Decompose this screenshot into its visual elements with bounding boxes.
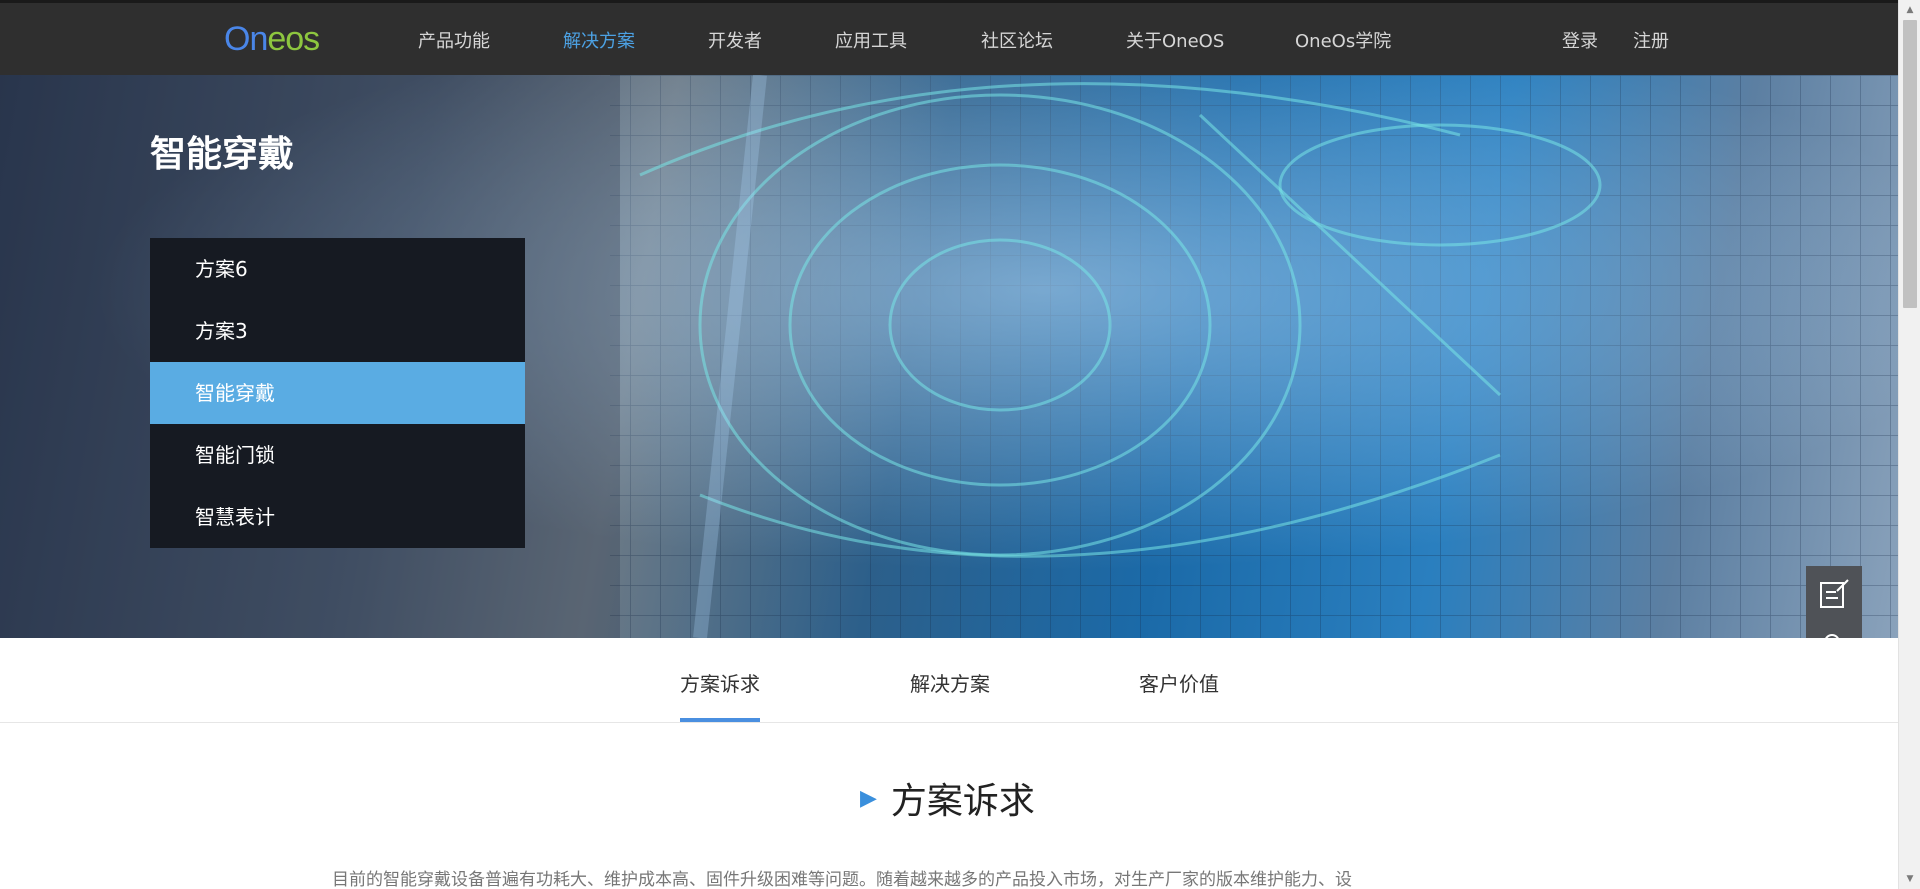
page-scrollbar[interactable]: ▲ ▼ (1898, 0, 1920, 889)
play-triangle-icon: ▶ (860, 785, 877, 811)
tab-customer-value[interactable]: 客户价值 (1139, 668, 1219, 697)
nav-item-community[interactable]: 社区论坛 (981, 27, 1053, 53)
section-title-text: 方案诉求 (890, 781, 1035, 822)
nav-item-academy[interactable]: OneOs学院 (1295, 27, 1391, 53)
hero-title: 智能穿戴 (150, 134, 295, 175)
solution-side-menu: 方案6 方案3 智能穿戴 智能门锁 智慧表计 (150, 238, 525, 548)
section-body-text: 目前的智能穿戴设备普遍有功耗大、维护成本高、固件升级困难等问题。随着越来越多的产… (332, 870, 1352, 889)
nav-item-app-tools[interactable]: 应用工具 (835, 27, 907, 53)
login-link[interactable]: 登录 (1562, 27, 1598, 53)
side-menu-item-smart-wearable[interactable]: 智能穿戴 (150, 362, 525, 424)
nav-item-products[interactable]: 产品功能 (418, 27, 490, 53)
active-tab-indicator (680, 718, 760, 722)
nav-item-developers[interactable]: 开发者 (708, 27, 762, 53)
tab-solution[interactable]: 解决方案 (910, 668, 990, 697)
edit-icon (1820, 578, 1849, 608)
feedback-button[interactable] (1806, 566, 1862, 621)
scrollbar-thumb[interactable] (1903, 20, 1917, 308)
tab-requirements[interactable]: 方案诉求 (680, 668, 760, 697)
register-link[interactable]: 注册 (1633, 27, 1669, 53)
logo-part-2: eos (267, 20, 320, 58)
top-navigation: Oneos 产品功能 解决方案 开发者 应用工具 社区论坛 关于OneOS On… (0, 0, 1898, 75)
section-heading: ▶ 方案诉求 (860, 772, 1035, 824)
side-menu-item-smart-meter[interactable]: 智慧表计 (150, 486, 525, 548)
scroll-up-arrow-icon[interactable]: ▲ (1899, 2, 1920, 18)
section-tabs: 方案诉求 解决方案 客户价值 (0, 638, 1898, 723)
nav-item-solutions[interactable]: 解决方案 (563, 27, 635, 53)
nav-item-about[interactable]: 关于OneOS (1126, 27, 1224, 53)
hero-banner: 智能穿戴 方案6 方案3 智能穿戴 智能门锁 智慧表计 (0, 75, 1898, 638)
side-menu-item-plan3[interactable]: 方案3 (150, 300, 525, 362)
scroll-down-arrow-icon[interactable]: ▼ (1899, 871, 1920, 887)
side-menu-item-smart-lock[interactable]: 智能门锁 (150, 424, 525, 486)
logo-part-1: On (224, 20, 268, 58)
side-menu-item-plan6[interactable]: 方案6 (150, 238, 525, 300)
oneos-logo[interactable]: Oneos (224, 19, 320, 59)
